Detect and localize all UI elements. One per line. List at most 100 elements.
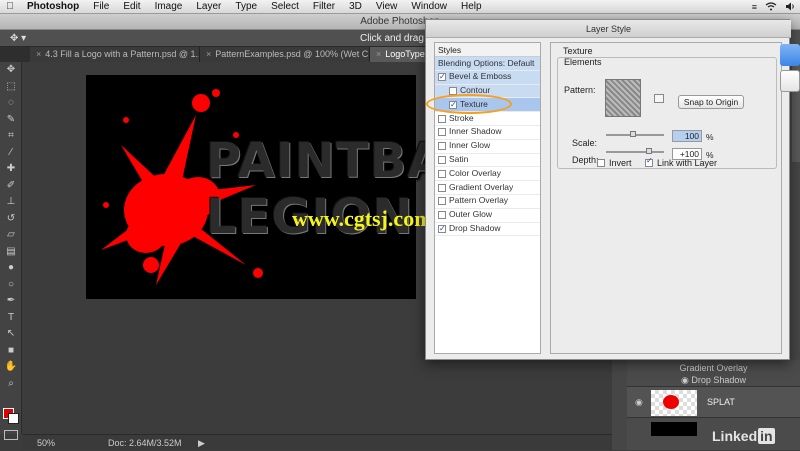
depth-slider-knob[interactable]: [646, 148, 652, 154]
scale-input[interactable]: 100: [672, 130, 702, 142]
tools-panel: ✥ ⬚ ◌ ✎ ⌗ ⁄ ✚ ✐ ⊥ ↺ ▱ ▤ ● ○ ✒ T ↖ ■ ✋ ⌕: [0, 62, 22, 440]
style-checkbox[interactable]: [438, 183, 446, 192]
quick-mask-icon[interactable]: [4, 430, 18, 440]
close-tab-icon[interactable]: ×: [376, 49, 381, 59]
texture-panel: Texture Elements Pattern: Snap to Origin…: [550, 42, 782, 354]
gradient-tool-icon[interactable]: ▤: [0, 244, 22, 261]
marquee-tool-icon[interactable]: ⬚: [0, 79, 22, 96]
menu-bar:  PhotoshopFileEditImageLayerTypeSelectF…: [0, 0, 800, 14]
status-bar: 50% Doc: 2.64M/3.52M ▶: [23, 434, 623, 450]
style-item-label: Blending Options: Default: [438, 57, 535, 68]
style-item-label: Drop Shadow: [449, 223, 501, 234]
layer-name: SPLAT: [707, 397, 735, 407]
scale-label: Scale:: [572, 138, 598, 148]
close-tab-icon[interactable]: ×: [206, 49, 211, 59]
layer-style-dialog: Layer Style Styles Blending Options: Def…: [425, 19, 791, 360]
close-tab-icon[interactable]: ×: [36, 49, 41, 59]
effect-drop-shadow[interactable]: ◉ Drop Shadow: [627, 375, 800, 386]
eyedropper-tool-icon[interactable]: ⁄: [0, 145, 22, 162]
elements-group: Elements Pattern: Snap to Origin Scale: …: [557, 57, 777, 169]
wifi-icon[interactable]: [765, 1, 777, 13]
effect-gradient-overlay[interactable]: Gradient Overlay: [627, 363, 800, 373]
style-item-drop-shadow[interactable]: Drop Shadow: [435, 222, 540, 237]
hand-tool-icon[interactable]: ✋: [0, 359, 22, 376]
eraser-tool-icon[interactable]: ▱: [0, 227, 22, 244]
scale-unit: %: [706, 132, 714, 142]
status-menu-icon[interactable]: ▶: [198, 435, 205, 451]
scale-slider-knob[interactable]: [630, 131, 636, 137]
healing-tool-icon[interactable]: ✚: [0, 161, 22, 178]
link-with-layer-checkbox[interactable]: [645, 156, 653, 167]
style-checkbox[interactable]: [438, 197, 446, 206]
style-checkbox[interactable]: [438, 155, 446, 164]
menu-file[interactable]: File: [86, 1, 116, 12]
blur-tool-icon[interactable]: ●: [0, 260, 22, 277]
style-checkbox[interactable]: [438, 142, 446, 151]
style-item-inner-glow[interactable]: Inner Glow: [435, 140, 540, 154]
menu-view[interactable]: View: [369, 1, 405, 12]
menu-layer[interactable]: Layer: [189, 1, 228, 12]
logo-text-line1: PAINTBA: [206, 133, 446, 189]
history-brush-tool-icon[interactable]: ↺: [0, 211, 22, 228]
style-item-satin[interactable]: Satin: [435, 154, 540, 168]
volume-icon[interactable]: [785, 2, 796, 13]
zoom-tool-icon[interactable]: ⌕: [0, 376, 22, 393]
dodge-tool-icon[interactable]: ○: [0, 277, 22, 294]
menu-type[interactable]: Type: [228, 1, 264, 12]
crop-tool-icon[interactable]: ⌗: [0, 128, 22, 145]
style-checkbox[interactable]: [438, 70, 446, 84]
lasso-tool-icon[interactable]: ◌: [0, 95, 22, 112]
style-checkbox[interactable]: [438, 128, 446, 137]
move-tool-preset-icon[interactable]: ✥ ▾: [10, 30, 26, 47]
menu-filter[interactable]: Filter: [306, 1, 342, 12]
document-canvas[interactable]: PAINTBA LEGION: [86, 75, 444, 299]
menu-window[interactable]: Window: [404, 1, 454, 12]
apple-menu-icon[interactable]: : [0, 1, 20, 12]
snap-to-origin-button[interactable]: Snap to Origin: [678, 95, 744, 109]
style-item-gradient-overlay[interactable]: Gradient Overlay: [435, 181, 540, 195]
style-item-outer-glow[interactable]: Outer Glow: [435, 209, 540, 223]
menu-select[interactable]: Select: [264, 1, 306, 12]
menu-help[interactable]: Help: [454, 1, 489, 12]
quick-select-tool-icon[interactable]: ✎: [0, 112, 22, 129]
document-tab[interactable]: × 4.3 Fill a Logo with a Pattern.psd @ 1.…: [30, 47, 200, 62]
move-tool-icon[interactable]: ✥: [0, 62, 22, 79]
document-tab[interactable]: × PatternExamples.psd @ 100% (Wet C...: [200, 47, 370, 62]
style-item-inner-shadow[interactable]: Inner Shadow: [435, 126, 540, 140]
style-checkbox[interactable]: [438, 211, 446, 220]
depth-slider-track[interactable]: [606, 151, 664, 153]
menu-3d[interactable]: 3D: [342, 1, 369, 12]
style-checkbox[interactable]: [438, 169, 446, 178]
eye-icon[interactable]: ◉: [681, 375, 689, 385]
path-select-tool-icon[interactable]: ↖: [0, 326, 22, 343]
style-item-label: Outer Glow: [449, 209, 492, 220]
style-item-pattern-overlay[interactable]: Pattern Overlay: [435, 195, 540, 209]
dialog-title: Layer Style: [426, 20, 791, 38]
cancel-button[interactable]: [780, 70, 800, 92]
pattern-menu-icon[interactable]: [654, 94, 664, 103]
styles-header[interactable]: Styles: [435, 43, 540, 57]
shape-tool-icon[interactable]: ■: [0, 343, 22, 360]
pattern-picker[interactable]: [605, 79, 641, 117]
ok-button[interactable]: [780, 44, 800, 66]
style-item-stroke[interactable]: Stroke: [435, 112, 540, 126]
style-checkbox[interactable]: [438, 114, 446, 123]
zoom-level[interactable]: 50%: [37, 435, 55, 451]
style-item-label: Inner Glow: [449, 140, 491, 151]
menu-edit[interactable]: Edit: [116, 1, 147, 12]
stamp-tool-icon[interactable]: ⊥: [0, 194, 22, 211]
style-checkbox[interactable]: [438, 222, 446, 236]
style-item-bevel-emboss[interactable]: Bevel & Emboss: [435, 70, 540, 85]
invert-checkbox[interactable]: [597, 159, 605, 167]
menu-image[interactable]: Image: [148, 1, 190, 12]
menu-photoshop[interactable]: Photoshop: [20, 1, 86, 12]
style-item-blending-options-default[interactable]: Blending Options: Default: [435, 57, 540, 71]
background-color-swatch[interactable]: [8, 413, 19, 424]
brush-tool-icon[interactable]: ✐: [0, 178, 22, 195]
pen-tool-icon[interactable]: ✒: [0, 293, 22, 310]
type-tool-icon[interactable]: T: [0, 310, 22, 327]
layer-row[interactable]: ◉ SPLAT: [627, 386, 800, 418]
list-icon[interactable]: ≡: [752, 2, 757, 12]
style-item-color-overlay[interactable]: Color Overlay: [435, 167, 540, 182]
visibility-eye-icon[interactable]: ◉: [635, 397, 643, 408]
